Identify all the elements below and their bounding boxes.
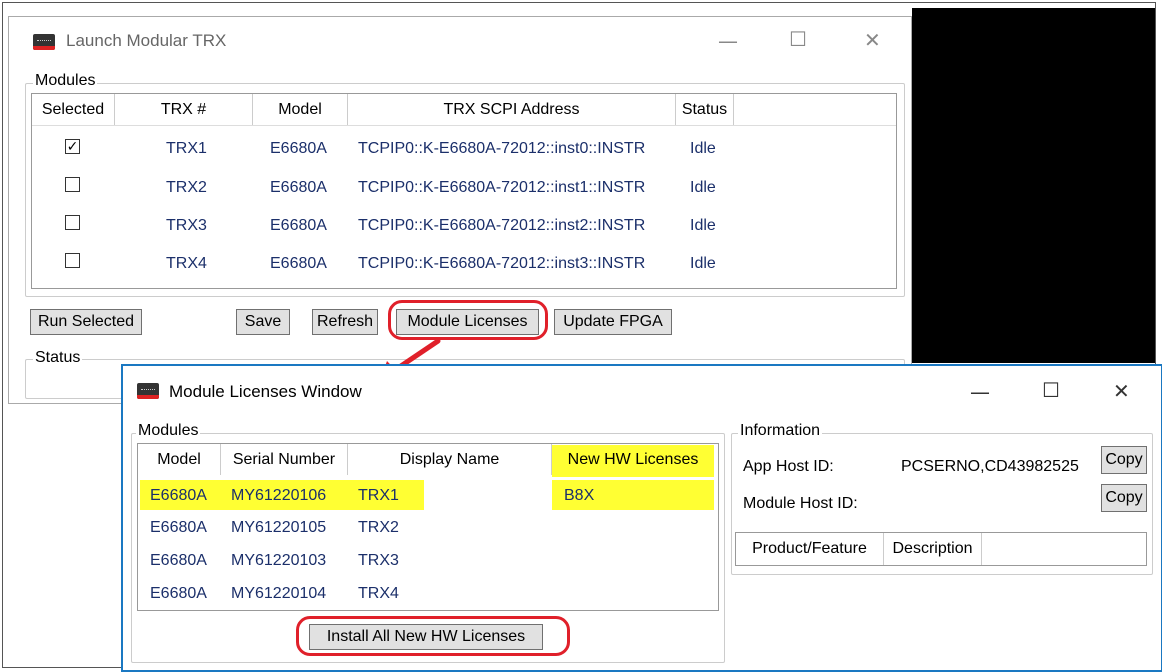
app-icon bbox=[137, 383, 159, 399]
licenses-cell: B8X bbox=[564, 487, 595, 504]
copy-app-host-button[interactable]: Copy bbox=[1101, 446, 1147, 474]
serial-cell: MY61220103 bbox=[231, 552, 327, 569]
module-host-id-label: Module Host ID: bbox=[743, 495, 858, 512]
display-name-cell: TRX2 bbox=[358, 519, 399, 536]
display-name-cell: TRX4 bbox=[358, 585, 399, 602]
col-model[interactable]: Model bbox=[138, 444, 221, 475]
display-name-cell: TRX1 bbox=[358, 487, 399, 504]
col-description[interactable]: Description bbox=[884, 533, 982, 565]
product-feature-table[interactable]: Product/Feature Description bbox=[735, 532, 1147, 566]
copy-module-host-button[interactable]: Copy bbox=[1101, 484, 1147, 512]
callout-ring-install bbox=[296, 616, 570, 656]
model-cell: E6680A bbox=[150, 487, 207, 504]
col-display-name[interactable]: Display Name bbox=[348, 444, 552, 475]
app-host-id-label: App Host ID: bbox=[743, 458, 834, 475]
window-title: Module Licenses Window bbox=[169, 382, 362, 401]
maximize-icon[interactable]: ☐ bbox=[1042, 378, 1060, 402]
title-bar: Module Licenses Window — ☐ ✕ bbox=[123, 366, 1161, 414]
col-serial-number[interactable]: Serial Number bbox=[221, 444, 348, 475]
model-cell: E6680A bbox=[150, 519, 207, 536]
module-licenses-window: Module Licenses Window — ☐ ✕ Modules Mod… bbox=[121, 364, 1162, 672]
close-icon[interactable]: ✕ bbox=[1113, 379, 1130, 403]
serial-cell: MY61220104 bbox=[231, 585, 327, 602]
licenses-table[interactable]: Model Serial Number Display Name New HW … bbox=[137, 443, 719, 611]
serial-cell: MY61220106 bbox=[231, 487, 327, 504]
display-name-cell: TRX3 bbox=[358, 552, 399, 569]
model-cell: E6680A bbox=[150, 585, 207, 602]
col-product-feature[interactable]: Product/Feature bbox=[736, 533, 884, 565]
model-cell: E6680A bbox=[150, 552, 207, 569]
col-new-hw-licenses[interactable]: New HW Licenses bbox=[552, 444, 714, 475]
minimize-icon[interactable]: — bbox=[970, 380, 990, 404]
modules-label: Modules bbox=[136, 422, 201, 440]
app-host-id-value: PCSERNO,CD43982525 bbox=[901, 458, 1079, 475]
serial-cell: MY61220105 bbox=[231, 519, 327, 536]
information-label: Information bbox=[738, 422, 823, 440]
